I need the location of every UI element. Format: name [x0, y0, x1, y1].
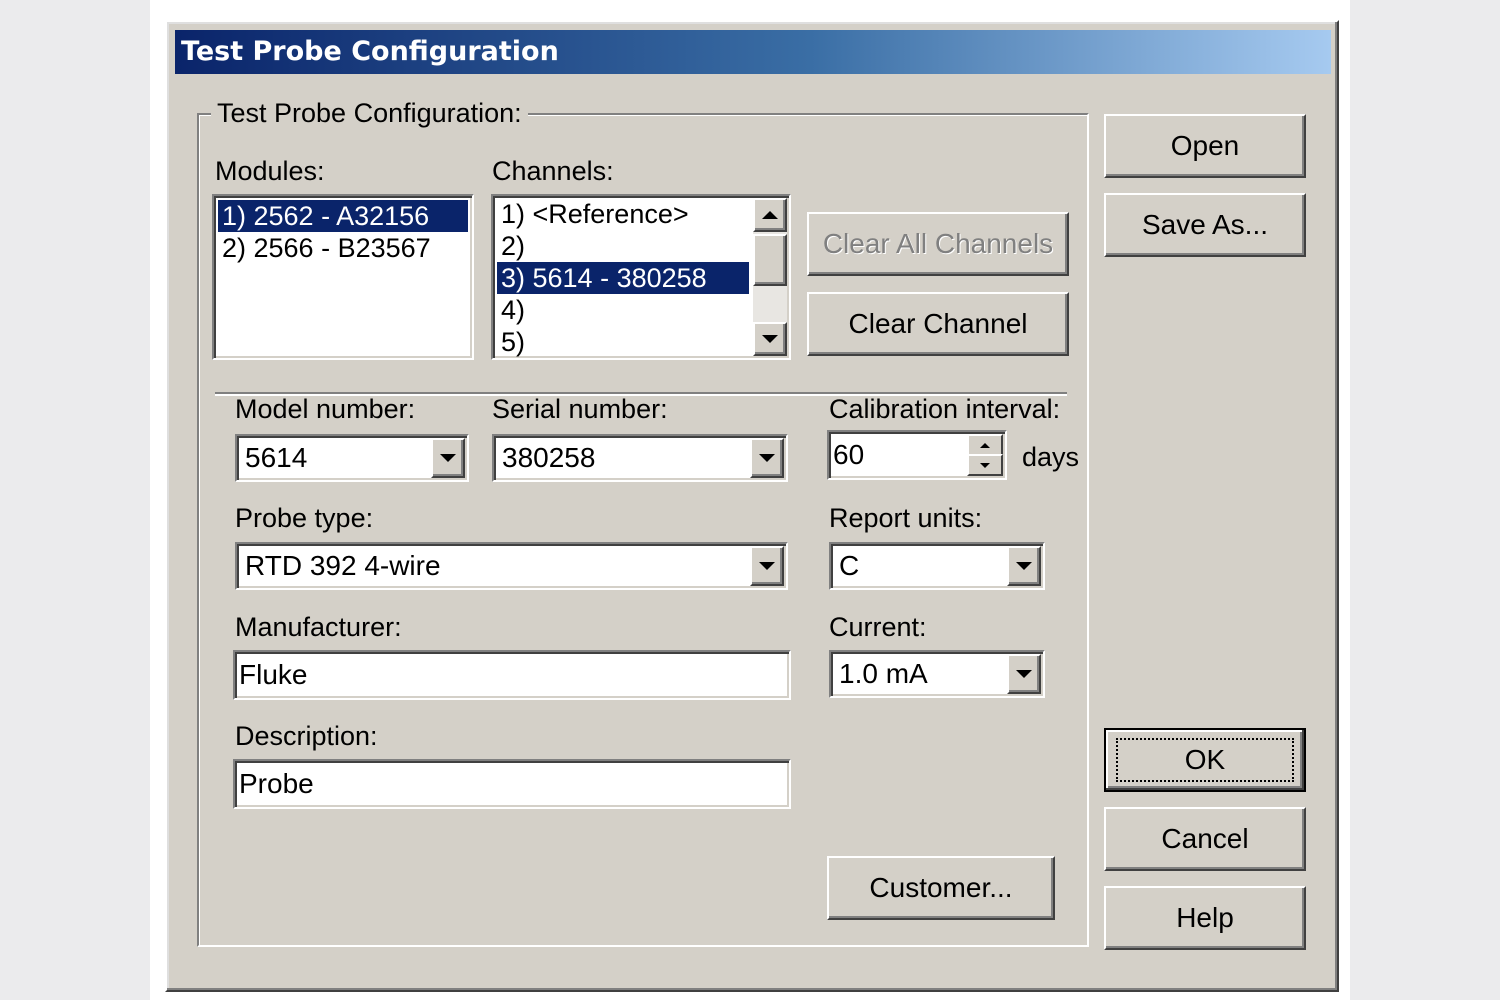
clear-channel-button[interactable]: Clear Channel: [807, 292, 1069, 356]
help-button[interactable]: Help: [1104, 886, 1306, 950]
channels-list-item[interactable]: 5): [497, 326, 749, 358]
focus-rectangle: [1116, 738, 1294, 782]
report-units-value: C: [839, 550, 860, 581]
description-label: Description:: [235, 721, 378, 751]
serial-number-combo[interactable]: 380258: [492, 434, 788, 482]
chevron-down-icon: [1016, 562, 1032, 570]
modules-list-item[interactable]: 2) 2566 - B23567: [218, 232, 468, 264]
scroll-up-button[interactable]: [753, 198, 787, 232]
customer-button[interactable]: Customer...: [827, 856, 1055, 920]
cancel-button[interactable]: Cancel: [1104, 807, 1306, 871]
right-margin: [1350, 0, 1500, 1000]
description-value: Probe: [239, 768, 314, 799]
arrow-up-icon: [762, 211, 778, 219]
description-field[interactable]: Probe: [233, 759, 791, 809]
calibration-interval-spinner[interactable]: [967, 434, 1003, 476]
clear-all-channels-label: Clear All Channels: [822, 228, 1054, 259]
help-label: Help: [1176, 902, 1234, 933]
channels-list-item[interactable]: 2): [497, 230, 749, 262]
chevron-down-icon: [759, 562, 775, 570]
model-number-dropdown-button[interactable]: [431, 438, 465, 478]
modules-list-item[interactable]: 1) 2562 - A32156: [218, 200, 468, 232]
calibration-interval-label: Calibration interval:: [829, 394, 1061, 424]
save-as-label: Save As...: [1141, 209, 1269, 240]
chevron-down-icon: [759, 454, 775, 462]
probe-type-value: RTD 392 4-wire: [245, 550, 441, 581]
test-probe-configuration-dialog: Test Probe Configuration Test Probe Conf…: [165, 20, 1339, 992]
channels-scrollbar[interactable]: [753, 198, 787, 356]
report-units-dropdown-button[interactable]: [1007, 546, 1041, 586]
channels-list-item[interactable]: 3) 5614 - 380258: [497, 262, 749, 294]
model-number-label: Model number:: [235, 394, 416, 424]
customer-label: Customer...: [869, 872, 1013, 903]
channels-list[interactable]: 1) <Reference> 2) 3) 5614 - 380258 4) 5): [491, 194, 791, 360]
manufacturer-label: Manufacturer:: [235, 612, 402, 642]
clear-all-channels-button[interactable]: Clear All Channels: [807, 212, 1069, 276]
calibration-interval-unit: days: [1022, 442, 1080, 472]
report-units-combo[interactable]: C: [829, 542, 1045, 590]
current-label: Current:: [829, 612, 927, 642]
open-button[interactable]: Open: [1104, 114, 1306, 178]
spin-down-button[interactable]: [967, 454, 1003, 476]
channels-list-item[interactable]: 4): [497, 294, 749, 326]
model-number-value: 5614: [245, 442, 308, 473]
calibration-interval-spinbox[interactable]: 60: [827, 430, 1007, 480]
current-dropdown-button[interactable]: [1007, 654, 1041, 694]
serial-number-label: Serial number:: [492, 394, 668, 424]
probe-type-dropdown-button[interactable]: [750, 546, 784, 586]
report-units-label: Report units:: [829, 503, 983, 533]
chevron-down-icon: [1016, 670, 1032, 678]
current-combo[interactable]: 1.0 mA: [829, 650, 1045, 698]
channels-list-item[interactable]: 1) <Reference>: [497, 198, 749, 230]
open-label: Open: [1170, 130, 1240, 161]
calibration-interval-value: 60: [833, 439, 865, 470]
left-margin: [0, 0, 150, 1000]
save-as-button[interactable]: Save As...: [1104, 193, 1306, 257]
probe-type-label: Probe type:: [235, 503, 374, 533]
cancel-label: Cancel: [1161, 823, 1249, 854]
group-box-label: Test Probe Configuration:: [211, 98, 528, 129]
title-bar[interactable]: Test Probe Configuration: [175, 30, 1331, 74]
manufacturer-field[interactable]: Fluke: [233, 650, 791, 700]
probe-type-combo[interactable]: RTD 392 4-wire: [235, 542, 788, 590]
arrow-down-icon: [980, 462, 990, 468]
manufacturer-value: Fluke: [239, 659, 308, 690]
modules-label: Modules:: [215, 156, 325, 186]
window-title: Test Probe Configuration: [181, 36, 559, 67]
modules-list[interactable]: 1) 2562 - A32156 2) 2566 - B23567: [212, 194, 474, 360]
serial-number-dropdown-button[interactable]: [750, 438, 784, 478]
arrow-down-icon: [762, 335, 778, 343]
channels-label: Channels:: [492, 156, 614, 186]
clear-channel-label: Clear Channel: [848, 308, 1028, 339]
arrow-up-icon: [980, 442, 990, 448]
scroll-thumb[interactable]: [753, 234, 787, 286]
model-number-combo[interactable]: 5614: [235, 434, 469, 482]
ok-button[interactable]: OK: [1104, 728, 1306, 792]
spin-up-button[interactable]: [967, 434, 1003, 456]
current-value: 1.0 mA: [839, 658, 928, 689]
chevron-down-icon: [440, 454, 456, 462]
serial-number-value: 380258: [502, 442, 596, 473]
scroll-down-button[interactable]: [753, 322, 787, 356]
